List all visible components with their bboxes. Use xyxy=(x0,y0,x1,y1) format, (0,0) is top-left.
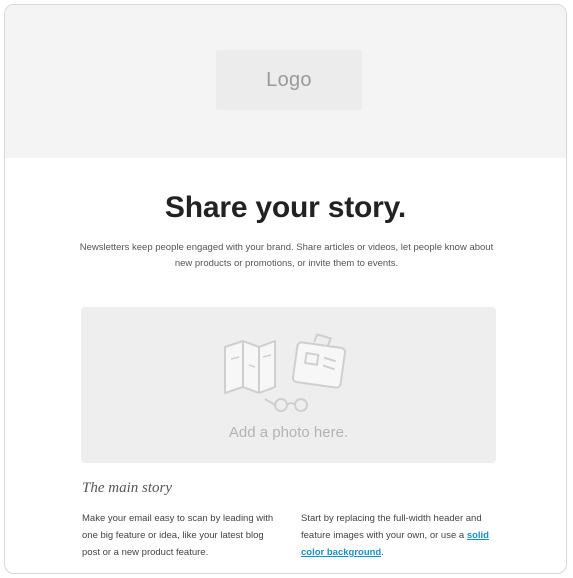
main-story-left-column[interactable]: Make your email easy to scan by leading … xyxy=(82,510,278,561)
suitcase-icon xyxy=(291,333,347,389)
header-section[interactable]: Logo xyxy=(5,5,566,158)
photo-placeholder[interactable]: Add a photo here. xyxy=(81,307,496,463)
main-story-right-column[interactable]: Start by replacing the full-width header… xyxy=(301,510,497,561)
main-story-title[interactable]: The main story xyxy=(82,480,172,497)
map-icon xyxy=(224,340,276,394)
headline[interactable]: Share your story. xyxy=(5,191,566,225)
logo-placeholder[interactable]: Logo xyxy=(216,50,362,110)
logo-label: Logo xyxy=(266,68,312,91)
right-column-text: Start by replacing the full-width header… xyxy=(301,513,482,541)
intro-text[interactable]: Newsletters keep people engaged with you… xyxy=(75,240,498,272)
glasses-icon xyxy=(264,398,308,412)
right-column-text-end: . xyxy=(381,547,384,558)
photo-label: Add a photo here. xyxy=(228,424,349,441)
email-template-preview: Logo Share your story. Newsletters keep … xyxy=(4,4,567,574)
travel-illustration xyxy=(224,333,347,412)
